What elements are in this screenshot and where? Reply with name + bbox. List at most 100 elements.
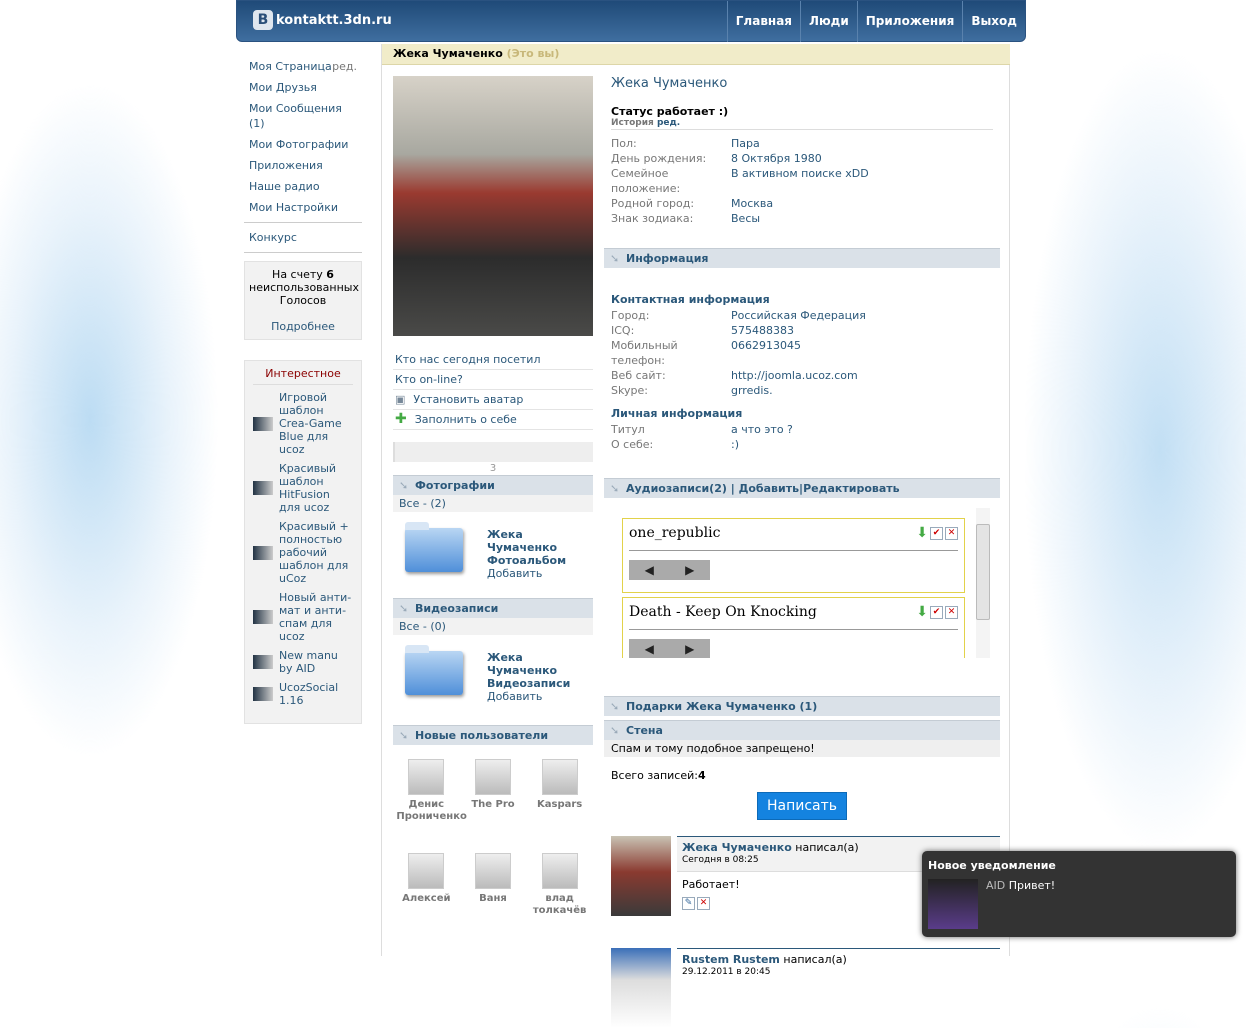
download-icon[interactable]: ⬇ bbox=[916, 525, 928, 541]
menu-radio[interactable]: Наше радио bbox=[244, 176, 362, 197]
info-row: День рождения: 8 Октября 1980 bbox=[611, 152, 822, 165]
videos-header[interactable]: Видеозаписи bbox=[393, 598, 593, 619]
new-user[interactable]: Денис Проничeнко bbox=[396, 759, 467, 823]
check-icon[interactable]: ✔ bbox=[930, 605, 943, 619]
wall-header[interactable]: Стена bbox=[604, 720, 1000, 741]
gifts-header[interactable]: Подарки Жека Чумаченко (1) bbox=[604, 696, 1000, 717]
item-thumbnail bbox=[253, 610, 273, 624]
new-user[interactable]: Kaspars bbox=[530, 759, 590, 823]
fill-about-link[interactable]: ✚ Заполнить о себе bbox=[393, 410, 593, 430]
delete-icon[interactable]: ✕ bbox=[945, 526, 958, 540]
visitors-link[interactable]: Кто нас сегодня посетил bbox=[393, 350, 593, 370]
play-icon[interactable]: ▶ bbox=[685, 642, 694, 656]
interesting-item[interactable]: Новый анти-мат и анти-спам для ucoz bbox=[253, 591, 353, 643]
divider bbox=[244, 252, 362, 253]
menu-contest[interactable]: Конкурс bbox=[244, 227, 362, 248]
info-row: Семейное положение: В активном поиске xDD bbox=[611, 167, 869, 195]
user-avatar bbox=[474, 759, 511, 795]
wall-notice: Спам и тому подобное запрещено! bbox=[604, 740, 1000, 757]
new-user[interactable]: влад толкачёв bbox=[530, 853, 590, 917]
interesting-item[interactable]: Красивый + полностью рабочий шаблон для … bbox=[253, 520, 353, 585]
post-author[interactable]: Rustem Rustem bbox=[682, 953, 780, 966]
info-row: Skype: grredis. bbox=[611, 384, 773, 397]
menu-apps[interactable]: Приложения bbox=[244, 155, 362, 176]
post-avatar[interactable] bbox=[611, 948, 671, 1028]
download-icon[interactable]: ⬇ bbox=[916, 604, 928, 620]
photos-all-link[interactable]: Все - (2) bbox=[393, 495, 593, 512]
audio-edit-link[interactable]: Редактировать bbox=[803, 482, 900, 495]
user-avatar bbox=[408, 759, 445, 795]
new-user[interactable]: The Pro bbox=[463, 759, 523, 823]
menu-photos[interactable]: Мои Фотографии bbox=[244, 134, 362, 155]
profile-photo[interactable] bbox=[393, 76, 593, 336]
edit-icon[interactable]: ✎ bbox=[682, 897, 695, 910]
menu-messages[interactable]: Мои Сообщения (1) bbox=[244, 98, 362, 134]
audio-track: one_republic ◀ ▶ ⬇ ✔ ✕ bbox=[622, 518, 965, 593]
delete-icon[interactable]: ✕ bbox=[945, 605, 958, 619]
info-header[interactable]: Информация bbox=[604, 248, 1000, 269]
volume-icon[interactable]: ◀ bbox=[645, 642, 654, 656]
post-avatar[interactable] bbox=[611, 836, 671, 916]
nav-home[interactable]: Главная bbox=[726, 1, 800, 42]
check-icon[interactable]: ✔ bbox=[930, 526, 943, 540]
wall-total: 4 bbox=[697, 769, 706, 782]
interesting-item[interactable]: New manu by AID bbox=[253, 649, 353, 675]
divider bbox=[244, 222, 362, 223]
photos-header[interactable]: Фотографии bbox=[393, 475, 593, 496]
status-history-link[interactable]: История bbox=[611, 118, 654, 128]
status-edit-link[interactable]: ред. bbox=[657, 118, 680, 128]
notification-popup[interactable]: Новое уведомление AID Привет! bbox=[922, 851, 1236, 937]
online-link[interactable]: Кто on-line? bbox=[393, 370, 593, 390]
notification-title: Новое уведомление bbox=[928, 859, 1056, 872]
post-author[interactable]: Жека Чумаченко bbox=[682, 841, 792, 854]
write-post-button[interactable]: Написать bbox=[756, 792, 848, 820]
info-row: Город: Российская Федерация bbox=[611, 309, 866, 322]
volume-icon[interactable]: ◀ bbox=[645, 563, 654, 577]
new-user[interactable]: Алексей bbox=[396, 853, 456, 917]
edit-link[interactable]: ред. bbox=[332, 59, 357, 74]
nav-people[interactable]: Люди bbox=[800, 1, 857, 42]
info-row: Мобильный телефон: 0662913045 bbox=[611, 339, 801, 367]
new-user[interactable]: Ваня bbox=[463, 853, 523, 917]
photo-add-link[interactable]: Добавить bbox=[487, 567, 567, 580]
header: Bkontaktt.3dn.ru Главная Люди Приложения… bbox=[236, 0, 1026, 42]
info-row: ICQ: 575488383 bbox=[611, 324, 794, 337]
audio-player[interactable]: ◀ ▶ bbox=[629, 560, 710, 580]
profile-name-bar: Жека Чумаченко (Это вы) bbox=[382, 44, 1010, 65]
user-avatar bbox=[474, 853, 511, 889]
scrollbar-thumb[interactable] bbox=[976, 524, 990, 620]
audio-scrollbar[interactable] bbox=[976, 508, 990, 658]
item-thumbnail bbox=[253, 545, 273, 560]
item-thumbnail bbox=[253, 655, 273, 669]
votes-more-link[interactable]: Подробнее bbox=[249, 320, 357, 333]
video-album-link[interactable]: Жека Чумаченко Видеозаписи bbox=[487, 651, 570, 690]
photo-album-link[interactable]: Жека Чумаченко Фотоальбом bbox=[487, 528, 567, 567]
audio-track: Death - Keep On Knocking ◀ ▶ ⬇ ✔ ✕ bbox=[622, 597, 965, 658]
interesting-box: Интерестное Игровой шаблон Crea-Game Blu… bbox=[244, 360, 362, 724]
interesting-item[interactable]: UcozSocial 1.16 bbox=[253, 681, 353, 707]
info-row: Знак зодиака: Весы bbox=[611, 212, 761, 225]
audio-add-link[interactable]: Добавить bbox=[739, 482, 799, 495]
menu-settings[interactable]: Мои Настройки bbox=[244, 197, 362, 218]
menu-friends[interactable]: Мои Друзья bbox=[244, 77, 362, 98]
personal-title: Личная информация bbox=[611, 407, 743, 420]
notification-sender[interactable]: AID bbox=[986, 879, 1005, 892]
videos-all-link[interactable]: Все - (0) bbox=[393, 618, 593, 635]
interesting-item[interactable]: Красивый шаблон HitFusion для ucoz bbox=[253, 462, 353, 514]
new-users-grid: Денис Проничeнко The Pro Kaspars Алексей Ван… bbox=[393, 745, 593, 917]
menu-my-page[interactable]: Моя Страница ред. bbox=[244, 56, 362, 77]
audio-player[interactable]: ◀ ▶ bbox=[629, 639, 710, 658]
new-users-header[interactable]: Новые пользователи bbox=[393, 725, 593, 746]
interesting-item[interactable]: Игровой шаблон Crea-Game Blue для ucoz bbox=[253, 391, 353, 456]
video-add-link[interactable]: Добавить bbox=[487, 690, 567, 703]
nav-apps[interactable]: Приложения bbox=[856, 1, 963, 42]
contact-title: Контактная информация bbox=[611, 293, 770, 306]
play-icon[interactable]: ▶ bbox=[685, 563, 694, 577]
folder-icon[interactable] bbox=[405, 522, 463, 572]
set-avatar-link[interactable]: ▣ Установить аватар bbox=[393, 390, 593, 410]
audio-link[interactable]: Аудиозаписи(2) bbox=[626, 482, 727, 495]
nav-logout[interactable]: Выход bbox=[962, 1, 1025, 42]
logo[interactable]: Bkontaktt.3dn.ru bbox=[253, 10, 392, 30]
folder-icon[interactable] bbox=[405, 645, 463, 695]
delete-icon[interactable]: ✕ bbox=[697, 897, 710, 910]
